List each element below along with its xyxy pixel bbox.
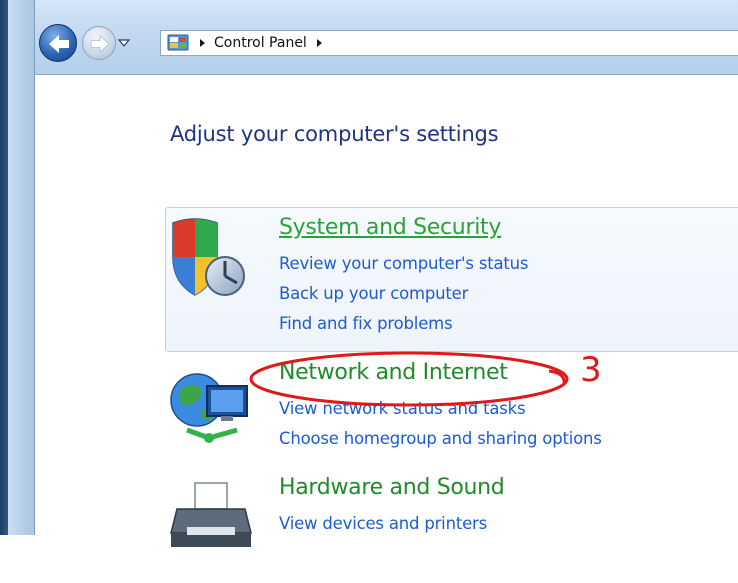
breadcrumb-chevron-icon[interactable] <box>195 35 209 51</box>
link-back-up[interactable]: Back up your computer <box>279 284 468 303</box>
address-bar[interactable]: Control Panel <box>160 30 738 56</box>
back-arrow-icon <box>49 35 69 53</box>
link-review-status[interactable]: Review your computer's status <box>279 254 529 273</box>
link-find-fix-problems[interactable]: Find and fix problems <box>279 314 453 333</box>
breadcrumb-control-panel[interactable]: Control Panel <box>214 35 307 52</box>
back-button[interactable] <box>39 24 77 62</box>
page-title: Adjust your computer's settings <box>170 122 499 146</box>
shield-icon <box>172 218 245 296</box>
control-panel-content: Adjust your computer's settings System a… <box>35 75 738 547</box>
history-dropdown-icon[interactable] <box>117 36 131 50</box>
forward-arrow-icon <box>90 35 110 53</box>
link-devices-printers[interactable]: View devices and printers <box>279 514 487 533</box>
forward-button[interactable] <box>82 26 116 60</box>
control-panel-icon <box>167 34 189 51</box>
link-homegroup-sharing[interactable]: Choose homegroup and sharing options <box>279 429 602 448</box>
breadcrumb-chevron-icon[interactable] <box>312 35 326 51</box>
window-left-edge <box>0 0 8 535</box>
printer-icon <box>170 482 252 547</box>
category-title-hardware-sound[interactable]: Hardware and Sound <box>279 475 505 500</box>
window-left-frame <box>0 0 35 535</box>
annotation-circle <box>249 351 569 407</box>
category-title-system-security[interactable]: System and Security <box>279 215 501 240</box>
annotation-step-number: 3 <box>580 350 602 390</box>
